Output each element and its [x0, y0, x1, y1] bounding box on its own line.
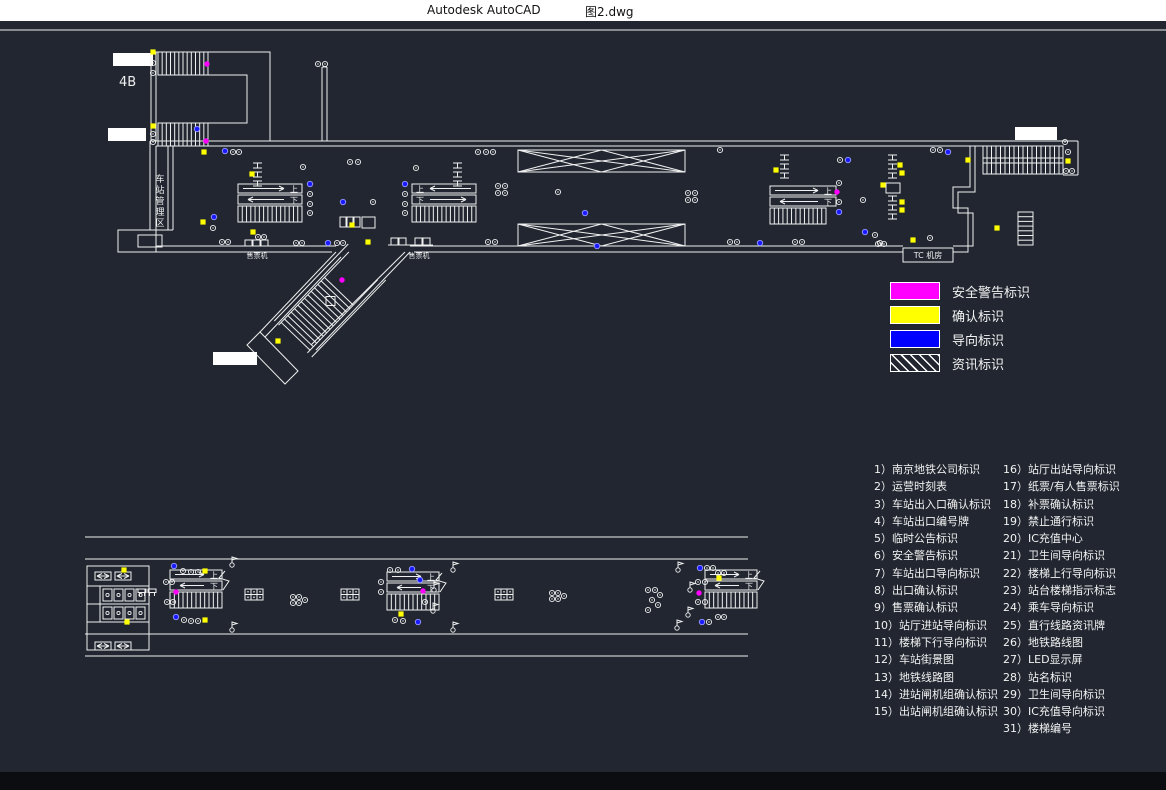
escalator-icon: 上下 — [238, 184, 302, 222]
svg-text:售票机: 售票机 — [247, 251, 268, 260]
sign-list-item: 13）地铁线路图 — [874, 669, 998, 686]
legend-swatch — [890, 306, 940, 324]
sign-list-item: 4）车站出口编号牌 — [874, 513, 998, 530]
svg-text:下: 下 — [416, 196, 424, 205]
sign-list-item: 22）楼梯上行导向标识 — [1003, 565, 1120, 582]
white-label-box — [108, 128, 146, 141]
sign-list-item: 9）售票确认标识 — [874, 599, 998, 616]
legend-swatch — [890, 282, 940, 300]
sign-list-item: 19）禁止通行标识 — [1003, 513, 1120, 530]
entrance-4b: 4B — [108, 52, 327, 146]
lower-platform-plan: 上下上下上下 — [85, 537, 764, 656]
sign-list-column-1: 1）南京地铁公司标识2）运营时刻表3）车站出入口确认标识4）车站出口编号牌5）临… — [874, 461, 998, 720]
sign-list-item: 17）纸票/有人售票标识 — [1003, 478, 1120, 495]
svg-text:售票机: 售票机 — [409, 251, 430, 260]
escalator-icon: 上下 — [770, 186, 836, 224]
crosshatch-void — [518, 150, 685, 172]
sign-list-item: 29）卫生间导向标识 — [1003, 686, 1120, 703]
legend-item: 导向标识 — [890, 327, 1030, 351]
fare-gates-icon — [453, 163, 462, 186]
svg-text:上: 上 — [416, 185, 424, 194]
svg-text:下: 下 — [210, 582, 218, 591]
sign-list-item: 15）出站闸机组确认标识 — [874, 703, 998, 720]
fare-gates-icon — [780, 155, 789, 178]
sign-markers — [121, 557, 726, 632]
legend: 安全警告标识确认标识导向标识资讯标识 — [890, 279, 1030, 375]
sign-list-item: 23）站台楼梯指示标志 — [1003, 582, 1120, 599]
bottom-strip — [0, 772, 1166, 790]
sign-list-item: 30）IC充值导向标识 — [1003, 703, 1120, 720]
fare-gates-icon — [888, 155, 897, 178]
legend-label: 确认标识 — [952, 306, 1004, 325]
bench-icon — [495, 589, 513, 600]
sign-list-column-2: 16）站厅出站导向标识17）纸票/有人售票标识18）补票确认标识19）禁止通行标… — [1003, 461, 1120, 738]
svg-text:下: 下 — [745, 582, 753, 591]
legend-swatch — [890, 330, 940, 348]
sign-list-item: 20）IC充值中心 — [1003, 530, 1120, 547]
svg-text:上: 上 — [210, 571, 218, 580]
fare-gates-icon — [888, 196, 897, 219]
svg-text:下: 下 — [824, 198, 832, 207]
bench-icon — [245, 589, 263, 600]
legend-item: 资讯标识 — [890, 351, 1030, 375]
svg-text:4B: 4B — [119, 75, 136, 90]
legend-item: 安全警告标识 — [890, 279, 1030, 303]
white-label-box — [1015, 127, 1057, 140]
legend-label: 安全警告标识 — [952, 282, 1030, 301]
sign-list-item: 14）进站闸机组确认标识 — [874, 686, 998, 703]
sign-list-item: 24）乘车导向标识 — [1003, 599, 1120, 616]
white-label-box — [213, 352, 257, 365]
sign-list-item: 10）站厅进站导向标识 — [874, 617, 998, 634]
escalator-icon: 上下 — [170, 570, 229, 608]
escalator-icon: 上下 — [412, 184, 476, 222]
svg-text:TC 机房: TC 机房 — [913, 250, 943, 260]
legend-item: 确认标识 — [890, 303, 1030, 327]
stairs-icon — [158, 52, 208, 75]
crosshatch-void — [518, 224, 685, 246]
sign-list-item: 3）车站出入口确认标识 — [874, 496, 998, 513]
staff-area-label: 车站管理区 — [155, 173, 164, 229]
sign-list-item: 6）安全警告标识 — [874, 547, 998, 564]
sign-list-item: 1）南京地铁公司标识 — [874, 461, 998, 478]
diagonal-exit-corridor — [213, 244, 410, 384]
sign-list-item: 11）楼梯下行导向标识 — [874, 634, 998, 651]
sign-list-item: 18）补票确认标识 — [1003, 496, 1120, 513]
sign-list-item: 7）车站出口导向标识 — [874, 565, 998, 582]
staff-room: 车站管理区 — [150, 146, 173, 230]
sign-list-item: 12）车站街景图 — [874, 651, 998, 668]
sign-list-item: 31）楼梯编号 — [1003, 720, 1120, 737]
sign-list-item: 2）运营时刻表 — [874, 478, 998, 495]
sign-list-item: 5）临时公告标识 — [874, 530, 998, 547]
sign-list-item: 25）直行线路资讯牌 — [1003, 617, 1120, 634]
stairs-icon — [158, 123, 208, 146]
svg-text:上: 上 — [427, 573, 435, 582]
diagonal-stairs-icon — [274, 244, 385, 357]
sign-list-item: 21）卫生间导向标识 — [1003, 547, 1120, 564]
white-label-box — [113, 53, 153, 66]
escalator-icon: 上下 — [705, 570, 764, 608]
svg-text:下: 下 — [290, 196, 298, 205]
bench-icon — [341, 589, 359, 600]
concourse-walls: TC 机房 — [118, 141, 983, 262]
sign-list-item: 26）地铁路线图 — [1003, 634, 1120, 651]
equipment-block — [87, 566, 149, 650]
sign-list-item: 28）站名标识 — [1003, 669, 1120, 686]
legend-swatch — [890, 354, 940, 372]
sign-list-item: 8）出口确认标识 — [874, 582, 998, 599]
sign-list-item: 16）站厅出站导向标识 — [1003, 461, 1120, 478]
svg-text:上: 上 — [745, 571, 753, 580]
sign-list-item: 27）LED显示屏 — [1003, 651, 1120, 668]
svg-text:上: 上 — [290, 185, 298, 194]
svg-text:上: 上 — [824, 187, 832, 196]
autocad-window: Autodesk AutoCAD 图2.dwg 4BTC 机房车站管理区上下上下… — [0, 0, 1166, 790]
legend-label: 导向标识 — [952, 330, 1004, 349]
legend-label: 资讯标识 — [952, 354, 1004, 373]
